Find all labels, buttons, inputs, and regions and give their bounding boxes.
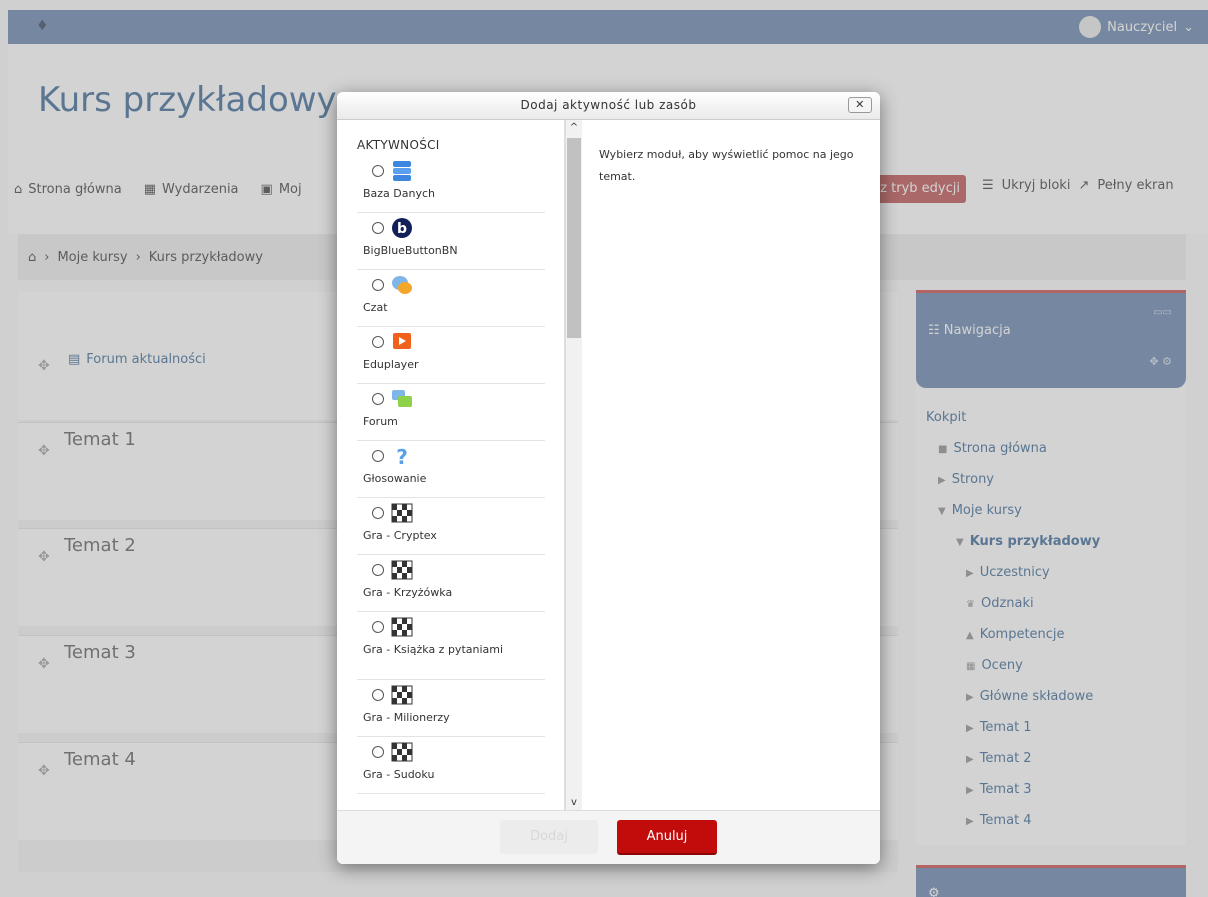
radio-button[interactable] [372,621,384,633]
activity-option[interactable]: ? Głosowanie [357,441,545,498]
activity-label: BigBlueButtonBN [363,244,458,257]
radio-button[interactable] [372,689,384,701]
activity-option[interactable]: Czat [357,270,545,327]
scroll-down-icon[interactable]: v [566,797,582,808]
game-icon [391,503,413,523]
radio-button[interactable] [372,393,384,405]
radio-button[interactable] [372,746,384,758]
radio-button[interactable] [372,279,384,291]
activity-label: Gra - Książka z pytaniami [363,643,504,656]
activity-option[interactable]: Gra - Milionerzy [357,680,545,737]
bigbluebutton-icon: b [392,218,412,238]
activity-label: Gra - Milionerzy [363,711,450,724]
radio-button[interactable] [372,564,384,576]
radio-button[interactable] [372,450,384,462]
activity-options: AKTYWNOŚCI Baza Danych b BigBlueButtonBN… [337,120,565,810]
forum-icon [392,390,412,407]
radio-button[interactable] [372,222,384,234]
close-icon[interactable]: ✕ [848,97,872,113]
eduplayer-icon [393,333,411,349]
activity-chooser-dialog: Dodaj aktywność lub zasób ✕ AKTYWNOŚCI B… [337,92,880,864]
dialog-footer: Dodaj Anuluj [337,810,880,864]
activity-option[interactable]: Forum [357,384,545,441]
activity-option[interactable]: Gra - Cryptex [357,498,545,555]
question-icon: ? [396,445,408,467]
activity-label: Głosowanie [363,472,427,485]
dialog-header: Dodaj aktywność lub zasób ✕ [337,92,880,120]
game-icon [391,560,413,580]
activity-option[interactable]: b BigBlueButtonBN [357,213,545,270]
activity-label: Czat [363,301,388,314]
help-text: Wybierz moduł, aby wyświetlić pomoc na j… [599,148,854,183]
radio-button[interactable] [372,507,384,519]
help-panel: Wybierz moduł, aby wyświetlić pomoc na j… [583,120,880,810]
cancel-button[interactable]: Anuluj [617,820,717,855]
radio-button[interactable] [372,165,384,177]
activity-label: Gra - Krzyżówka [363,586,453,599]
activity-label: Baza Danych [363,187,436,200]
activity-option[interactable]: Gra - Krzyżówka [357,555,545,612]
activity-label: Gra - Sudoku [363,768,435,781]
category-label: AKTYWNOŚCI [357,138,440,152]
game-icon [391,617,413,637]
add-button[interactable]: Dodaj [500,820,598,854]
radio-button[interactable] [372,336,384,348]
activity-label: Eduplayer [363,358,419,371]
activity-option[interactable]: Eduplayer [357,327,545,384]
activity-option[interactable]: Baza Danych [357,156,545,213]
game-icon [391,742,413,762]
options-scrollbar[interactable]: ^ v [565,120,582,810]
activity-option[interactable]: Gra - Sudoku [357,737,545,794]
activity-label: Gra - Cryptex [363,529,437,542]
svg-text:b: b [397,221,407,237]
database-icon [393,161,411,181]
scrollbar-thumb[interactable] [567,138,581,338]
dialog-title: Dodaj aktywność lub zasób [520,98,697,112]
scroll-up-icon[interactable]: ^ [566,122,582,133]
activity-label: Forum [363,415,398,428]
activity-option[interactable]: Gra - Książka z pytaniami [357,612,545,680]
chat-icon [392,276,412,294]
svg-text:?: ? [396,445,408,467]
game-icon [391,685,413,705]
